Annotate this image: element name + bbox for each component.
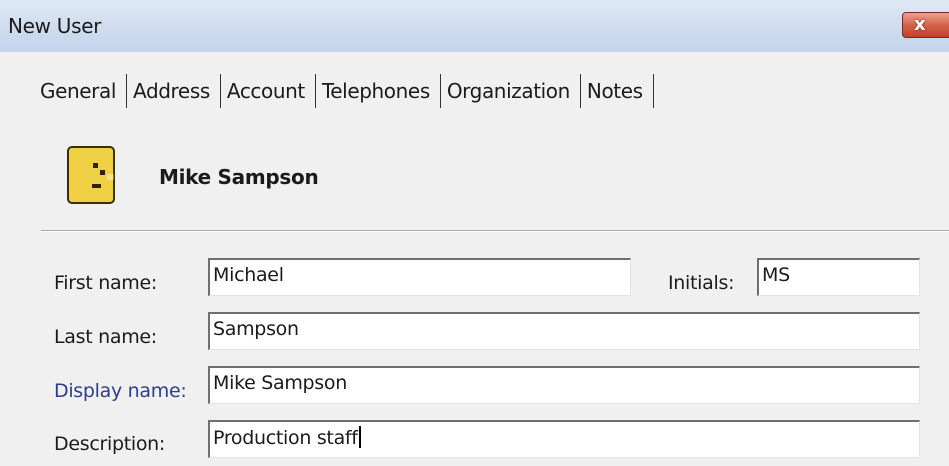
description-label: Description: [54, 433, 166, 455]
last-name-field[interactable]: Sampson [208, 312, 920, 350]
close-button[interactable]: x [902, 12, 949, 38]
initials-label: Initials: [668, 272, 735, 294]
user-display-heading: Mike Sampson [159, 165, 319, 189]
divider [41, 230, 949, 232]
description-value: Production staff [213, 427, 358, 449]
user-face-icon [67, 146, 115, 208]
display-name-label: Display name: [54, 380, 187, 402]
last-name-label: Last name: [54, 326, 157, 348]
text-caret [358, 426, 361, 448]
window-title: New User [8, 14, 102, 38]
tab-organization[interactable]: Organization [447, 74, 581, 108]
tab-account[interactable]: Account [227, 74, 316, 108]
description-field[interactable]: Production staff [208, 420, 920, 458]
close-icon: x [914, 14, 926, 35]
first-name-label: First name: [54, 272, 158, 294]
tab-general[interactable]: General [40, 74, 128, 108]
display-name-field[interactable]: Mike Sampson [208, 366, 920, 404]
new-user-dialog: New User x General Address Account Telephon… [0, 0, 949, 466]
initials-field[interactable]: MS [757, 258, 920, 296]
first-name-field[interactable]: Michael [208, 258, 631, 296]
tab-telephones[interactable]: Telephones [322, 74, 441, 108]
tab-address[interactable]: Address [133, 74, 221, 108]
tab-notes[interactable]: Notes [587, 74, 654, 108]
title-bar[interactable]: New User x [0, 0, 949, 52]
tab-strip: General Address Account Telephones Organizat… [40, 74, 660, 110]
